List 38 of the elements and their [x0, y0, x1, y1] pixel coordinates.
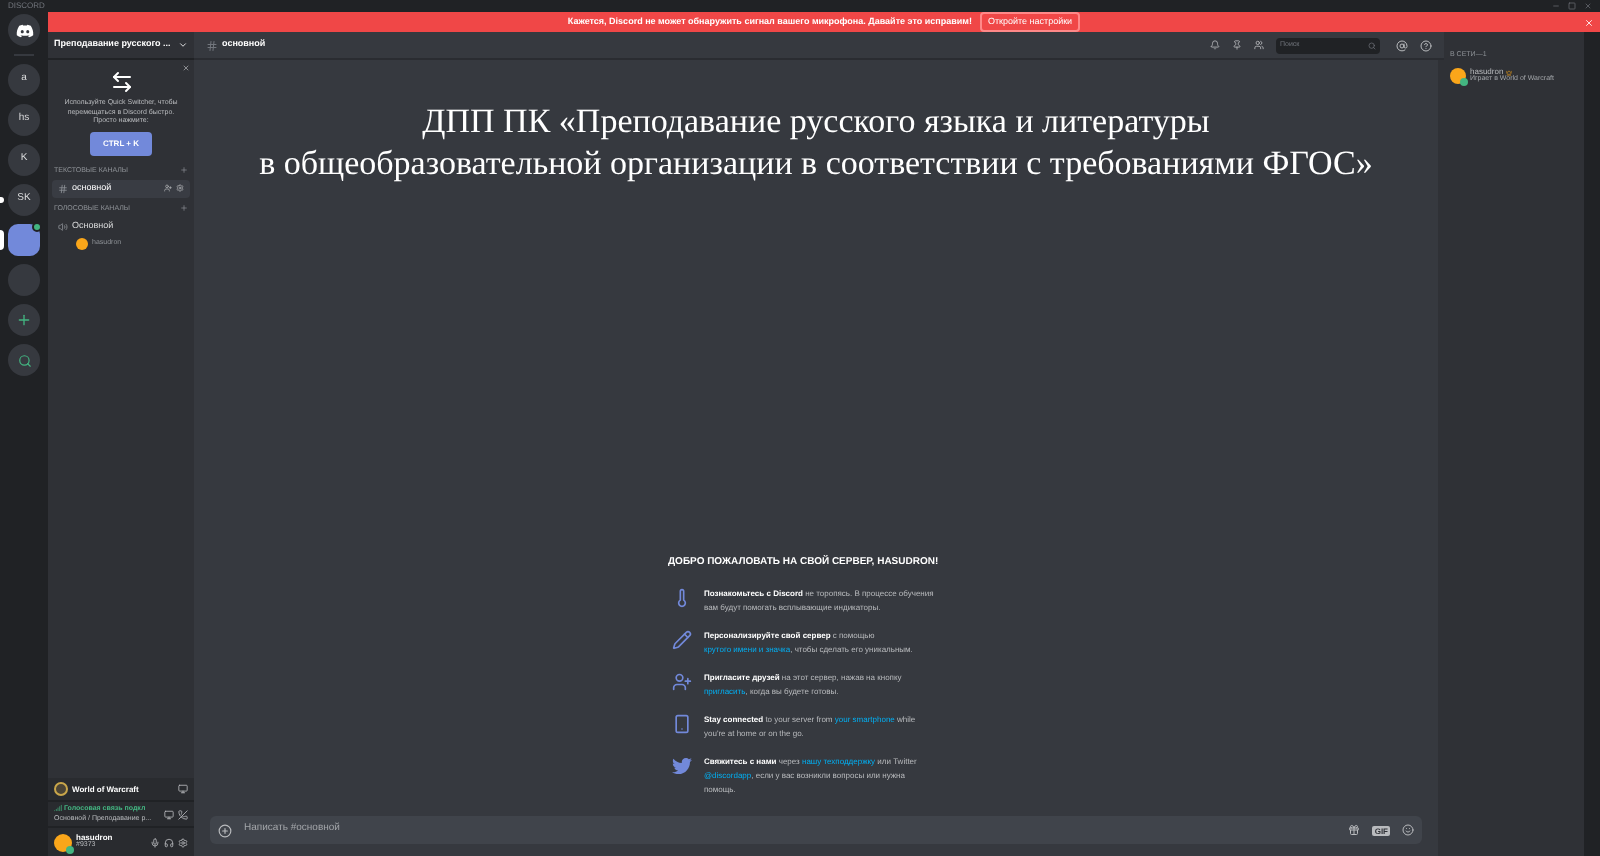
bell-icon[interactable] — [1210, 40, 1220, 50]
microphone-icon[interactable] — [150, 837, 160, 847]
hash-icon — [206, 39, 218, 51]
chevron-icon — [178, 40, 188, 50]
server-icon[interactable] — [8, 224, 40, 256]
hash-icon — [58, 183, 68, 194]
announcement-line: ДПП ПК «Преподавание русского языка и литературы — [422, 100, 1210, 142]
headphones-icon[interactable] — [164, 837, 174, 847]
monitor-icon[interactable] — [164, 809, 174, 819]
invite-icon[interactable] — [164, 184, 172, 193]
speaker-icon — [58, 222, 68, 232]
user-plus-icon — [672, 672, 692, 692]
search-icon — [17, 353, 31, 367]
home-button[interactable] — [8, 14, 40, 46]
explore-button[interactable] — [8, 344, 40, 376]
avatar — [76, 238, 88, 250]
pencil-icon — [672, 630, 692, 650]
settings-icon[interactable] — [176, 184, 184, 193]
upload-icon[interactable] — [218, 823, 232, 837]
gift-icon[interactable] — [1348, 824, 1361, 836]
thermometer-icon — [672, 588, 692, 608]
signal-icon — [54, 804, 62, 813]
monitor-icon[interactable] — [178, 784, 188, 794]
pin-icon[interactable] — [1232, 40, 1242, 50]
arrows-icon — [109, 70, 133, 94]
smartphone-icon — [672, 714, 692, 734]
discord-logo-icon — [15, 21, 33, 39]
phone-icon[interactable] — [178, 809, 188, 819]
help-icon[interactable] — [1420, 39, 1432, 51]
emoji-icon[interactable] — [1402, 824, 1414, 836]
add-icon — [16, 312, 32, 328]
members-icon[interactable] — [1254, 40, 1264, 50]
add-server-button[interactable] — [8, 304, 40, 336]
announcement-line: в общеобразовательной организации в соответствии с требованиями ФГОС» — [259, 142, 1373, 184]
game-icon — [54, 782, 68, 796]
settings-icon[interactable] — [178, 837, 188, 847]
bird-icon — [672, 756, 692, 776]
mention-icon[interactable] — [1396, 39, 1408, 51]
